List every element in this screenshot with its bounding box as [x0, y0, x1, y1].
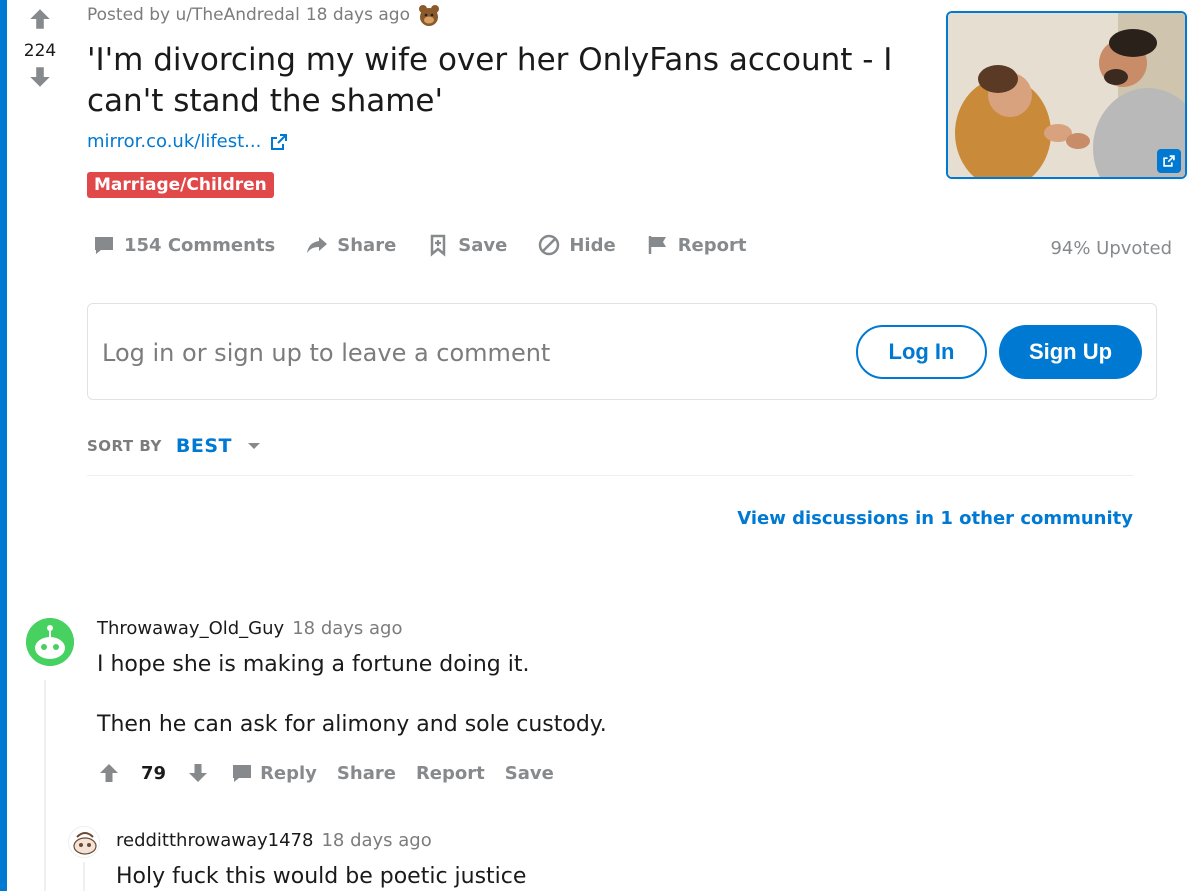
sort-divider — [87, 475, 1134, 476]
sort-label: SORT BY — [87, 437, 162, 455]
comments-button[interactable]: 154 Comments — [92, 233, 275, 257]
post-title[interactable]: 'I'm divorcing my wife over her OnlyFans… — [87, 40, 917, 122]
downvote-arrow-icon — [189, 764, 208, 782]
post-flair[interactable]: Marriage/Children — [87, 172, 274, 198]
post-time: 18 days ago — [305, 5, 410, 25]
comment-author[interactable]: redditthrowaway1478 — [116, 830, 313, 851]
comment-score: 79 — [141, 762, 167, 784]
snoo-avatar-icon — [26, 618, 74, 666]
comment-report-button[interactable]: Report — [416, 763, 485, 784]
report-label: Report — [677, 234, 747, 256]
snoo-avatar-icon — [69, 827, 99, 857]
sort-control: SORT BY BEST — [87, 435, 262, 457]
flag-icon — [648, 236, 666, 254]
log-in-button[interactable]: Log In — [856, 325, 987, 379]
comment-upvote-button[interactable] — [97, 761, 121, 785]
post-action-bar: 154 Comments Share Save Hide Report — [92, 233, 747, 257]
comment-save-button[interactable]: Save — [505, 763, 554, 784]
post-external-link[interactable]: mirror.co.uk/lifest... — [87, 131, 289, 152]
other-discussions-link[interactable]: View discussions in 1 other community — [737, 508, 1133, 529]
avatar[interactable] — [68, 826, 100, 858]
share-button[interactable]: Share — [305, 233, 396, 257]
share-arrow-icon — [307, 237, 328, 253]
external-link-icon — [1163, 155, 1175, 167]
hide-button[interactable]: Hide — [537, 233, 616, 257]
comment-icon — [233, 765, 252, 782]
sign-up-button[interactable]: Sign Up — [999, 325, 1142, 379]
comment-login-box: Log in or sign up to leave a comment Log… — [87, 303, 1157, 400]
comment-reply-button[interactable]: Reply — [230, 761, 317, 785]
sort-dropdown[interactable]: BEST — [176, 435, 262, 457]
comment-time: 18 days ago — [292, 618, 403, 639]
comment-author[interactable]: Throwaway_Old_Guy — [97, 618, 284, 639]
share-label: Share — [337, 234, 397, 256]
left-accent-bar — [0, 0, 7, 891]
bookmark-icon — [431, 234, 446, 257]
report-button[interactable]: Report — [646, 233, 747, 257]
upvote-button[interactable] — [18, 6, 62, 36]
comment-meta: redditthrowaway1478 18 days ago — [116, 830, 432, 851]
comment-time: 18 days ago — [321, 830, 432, 851]
post-meta: Posted by u/TheAndredal 18 days ago — [87, 2, 442, 28]
comment-share-button[interactable]: Share — [337, 763, 396, 784]
post-vote-column: 224 — [18, 4, 62, 94]
upvoted-percentage: 94% Upvoted — [1050, 238, 1172, 259]
award-icon — [419, 5, 439, 26]
couple-arguing-image — [948, 13, 1185, 177]
comment-meta: Throwaway_Old_Guy 18 days ago — [97, 618, 403, 639]
caret-down-icon — [247, 443, 260, 449]
save-button[interactable]: Save — [426, 233, 507, 257]
thumbnail-image — [948, 13, 1185, 177]
upvote-arrow-icon — [100, 764, 118, 782]
external-link-icon — [271, 133, 288, 150]
reply-label: Reply — [260, 762, 317, 784]
save-label: Save — [458, 234, 508, 256]
upvote-arrow-icon — [30, 9, 50, 29]
thumbnail-external-badge — [1157, 149, 1181, 173]
comment-prompt: Log in or sign up to leave a comment — [102, 339, 551, 367]
sort-value: BEST — [175, 435, 232, 457]
comment-actions: 79 Reply Share Report Save — [97, 761, 554, 785]
comment-icon — [95, 237, 113, 254]
post-author-link[interactable]: Posted by u/TheAndredal — [87, 5, 300, 25]
comments-count: 154 Comments — [124, 234, 276, 256]
downvote-arrow-icon — [30, 67, 50, 87]
avatar[interactable] — [26, 618, 74, 666]
post-score: 224 — [23, 41, 57, 61]
comment-text-line: Holy fuck this would be poetic justice — [116, 864, 527, 889]
thread-line[interactable] — [44, 680, 46, 891]
downvote-button[interactable] — [18, 64, 62, 94]
post-thumbnail[interactable] — [946, 11, 1187, 179]
post-link-text: mirror.co.uk/lifest... — [87, 131, 262, 152]
hide-label: Hide — [569, 234, 616, 256]
hide-circle-slash-icon — [539, 234, 560, 256]
comment-text-line: Then he can ask for alimony and sole cus… — [97, 712, 607, 737]
thread-line[interactable] — [83, 862, 85, 891]
comment-downvote-button[interactable] — [186, 761, 210, 785]
comment-text-line: I hope she is making a fortune doing it. — [97, 652, 530, 677]
